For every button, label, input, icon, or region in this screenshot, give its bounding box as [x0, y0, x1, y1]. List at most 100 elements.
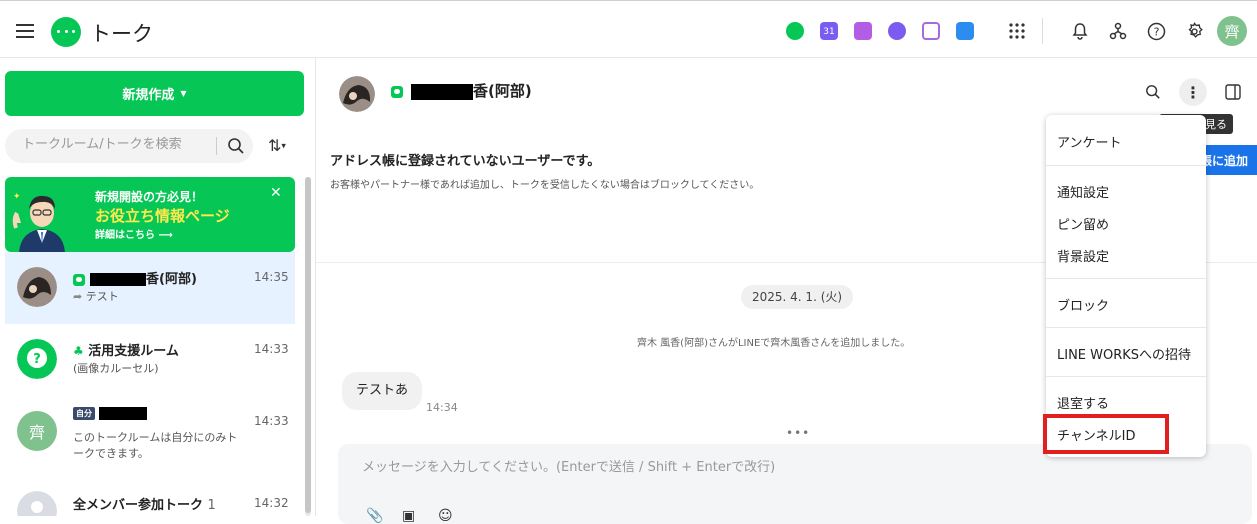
self-tag: 自分 [73, 407, 95, 420]
message-bubble[interactable]: テストあ [342, 372, 423, 410]
calendar-day-label: 31 [823, 27, 835, 37]
chat-name-text: 香(阿部) [146, 272, 197, 287]
chat-name-text: 全メンバー参加トーク [73, 498, 204, 513]
search-input[interactable] [22, 137, 202, 152]
attach-icon[interactable]: 📎 [366, 508, 386, 524]
close-icon[interactable]: ✕ [270, 185, 282, 201]
svg-text:?: ? [1153, 25, 1159, 38]
banner-line2: お役立ち情報ページ [95, 207, 230, 225]
help-room-avatar-icon: ? [17, 339, 57, 379]
new-create-button[interactable]: 新規作成 ▼ [5, 71, 304, 116]
message-input[interactable] [362, 460, 1062, 475]
avatar[interactable] [339, 76, 375, 112]
svg-text:✦: ✦ [13, 192, 21, 202]
side-panel-icon[interactable] [1219, 78, 1247, 106]
chat-list-sidebar: 新規作成 ▼ ⇅▾ ✦ 新規開設の方必見！ お役立ち情報ページ 詳細はこちら ⟶… [0, 58, 316, 516]
chat-time: 14:32 [254, 496, 289, 510]
member-count: 1 [207, 498, 216, 513]
chat-preview-text: テスト [85, 290, 119, 303]
note-app-icon[interactable] [854, 22, 872, 40]
more-dots-icon[interactable]: ••• [786, 426, 810, 440]
menu-divider [1046, 165, 1206, 166]
header-toolbar: 31 ? 齊 [786, 16, 1247, 46]
calendar-app-icon[interactable]: 31 [820, 22, 838, 40]
composer-tools: 📎 ▣ ☺ [366, 508, 474, 524]
promo-banner[interactable]: ✦ 新規開設の方必見！ お役立ち情報ページ 詳細はこちら ⟶ ✕ [5, 177, 295, 252]
person-illustration-icon: ✦ [12, 192, 65, 252]
message-time: 14:34 [426, 401, 458, 414]
sidebar-scrollbar[interactable] [305, 177, 311, 513]
more-options-menu: アンケート 通知設定 ピン留め 背景設定 ブロック LINE WORKSへの招待… [1046, 115, 1206, 457]
search-icon[interactable] [227, 137, 245, 155]
form-app-icon[interactable] [922, 22, 940, 40]
caret-down-icon: ▼ [180, 89, 187, 98]
chat-name: 香(阿部) [73, 268, 197, 287]
chat-time: 14:33 [254, 414, 289, 428]
gear-icon[interactable] [1183, 20, 1205, 42]
organization-icon[interactable] [1107, 20, 1129, 42]
menu-item-block[interactable]: ブロック [1057, 295, 1109, 314]
chat-preview: (画像カルーセル) [73, 362, 159, 375]
menu-item-background[interactable]: 背景設定 [1057, 246, 1109, 265]
menu-item-notification-settings[interactable]: 通知設定 [1057, 182, 1109, 201]
search-icon[interactable] [1139, 78, 1167, 106]
emoji-icon[interactable]: ☺ [438, 508, 458, 524]
contacts-app-icon[interactable] [956, 22, 974, 40]
new-create-label: 新規作成 [122, 88, 175, 103]
menu-item-survey[interactable]: アンケート [1057, 132, 1121, 151]
chat-name: ♣ 活用支援ルーム [73, 340, 179, 359]
chat-name: 全メンバー参加トーク 1 [73, 494, 216, 513]
bell-icon[interactable] [1069, 20, 1091, 42]
menu-icon[interactable] [16, 24, 34, 38]
menu-divider [1046, 376, 1206, 377]
user-avatar[interactable]: 齊 [1217, 16, 1247, 46]
talk-logo-icon [51, 17, 81, 47]
redacted-name [411, 83, 473, 100]
redacted-name [99, 407, 147, 420]
group-avatar-icon [17, 491, 57, 516]
menu-divider [1046, 278, 1206, 279]
chat-preview: このトークルームは自分にのみト ークできます。 [73, 431, 238, 460]
system-message: 齊木 風香(阿部)さんがLINEで齊木風香さんを追加しました。 [637, 338, 911, 349]
apps-grid-icon[interactable] [1006, 20, 1028, 42]
chat-item[interactable]: 香(阿部) ➦ テスト 14:35 [5, 252, 295, 324]
more-options-button[interactable]: ⋮ [1179, 78, 1207, 106]
line-icon [73, 273, 85, 286]
notice-title: アドレス帳に登録されていないユーザーです。 [330, 154, 601, 169]
sort-icon: ⇅ [268, 136, 282, 155]
group-icon: ♣ [73, 344, 84, 358]
channel-title: 香(阿部) [411, 80, 532, 101]
menu-item-pin[interactable]: ピン留め [1057, 214, 1109, 233]
avatar [17, 267, 57, 307]
search-box [5, 129, 253, 163]
channel-actions: ⋮ [1127, 78, 1247, 106]
banner-line3: 詳細はこちら ⟶ [95, 230, 173, 241]
menu-item-lineworks-invite[interactable]: LINE WORKSへの招待 [1057, 344, 1191, 363]
talk-app-icon[interactable] [786, 22, 804, 40]
sort-button[interactable]: ⇅▾ [268, 136, 286, 155]
channel-title-text: 香(阿部) [473, 82, 532, 100]
menu-divider [1046, 327, 1206, 328]
chat-name-text: 活用支援ルーム [88, 344, 179, 359]
chat-name: 自分 [73, 406, 147, 421]
redacted-name [90, 273, 146, 286]
date-separator: 2025. 4. 1. (火) [741, 285, 854, 309]
app-header: トーク 31 ? 齊 [0, 4, 1257, 58]
svg-text:?: ? [33, 352, 41, 367]
chat-item[interactable]: ? ♣ 活用支援ルーム (画像カルーセル) 14:33 [5, 324, 295, 396]
search-divider [216, 137, 217, 155]
chat-item[interactable]: 全メンバー参加トーク 1 14:32 [5, 476, 295, 516]
image-icon[interactable]: ▣ [402, 508, 422, 524]
line-icon [391, 86, 403, 98]
forward-arrow-icon: ➦ [73, 290, 83, 303]
caret-down-icon: ▾ [281, 141, 286, 152]
task-app-icon[interactable] [888, 22, 906, 40]
help-icon[interactable]: ? [1145, 20, 1167, 42]
header-divider [1042, 18, 1043, 44]
chat-time: 14:35 [254, 270, 289, 284]
chat-item[interactable]: 齊 自分 このトークルームは自分にのみト ークできます。 14:33 [5, 396, 295, 476]
highlight-box [1043, 414, 1169, 454]
banner-line1: 新規開設の方必見！ [95, 190, 204, 204]
menu-item-leave[interactable]: 退室する [1057, 393, 1109, 412]
notice-body: お客様やパートナー様であれば追加し、トークを受信したくない場合はブロックしてくだ… [330, 180, 760, 191]
